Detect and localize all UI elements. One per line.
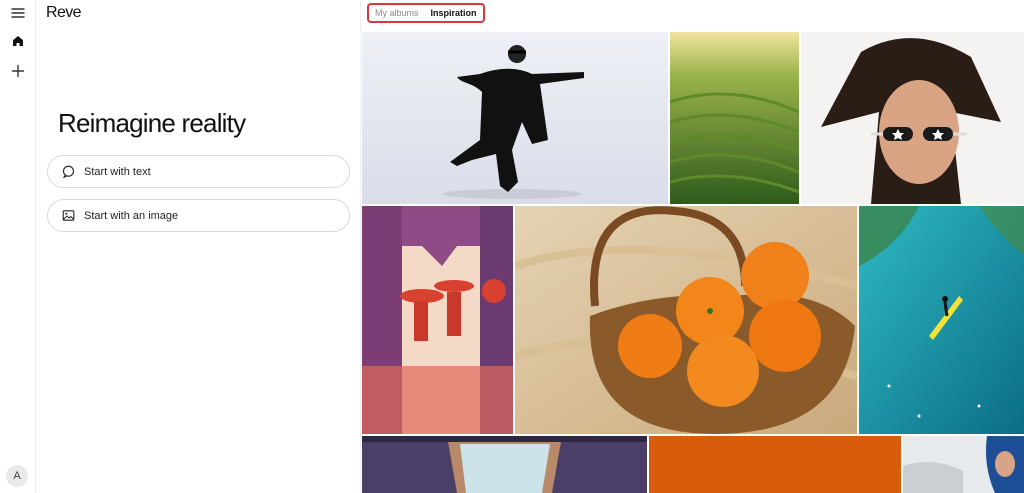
brand-logo[interactable]: Reve <box>46 4 82 22</box>
gallery-image-snow-hood[interactable] <box>903 436 1024 493</box>
avatar[interactable]: A <box>6 465 28 487</box>
menu-icon[interactable] <box>7 2 29 24</box>
reve-app: A Reve Reimagine reality Start with text… <box>0 0 1024 493</box>
gallery-image-doorway[interactable] <box>362 436 647 493</box>
chat-bubble-icon <box>61 165 75 179</box>
page-title: Reimagine reality <box>58 108 246 138</box>
start-with-text-label: Start with text <box>84 165 151 178</box>
gallery-image-umbrellas[interactable] <box>362 206 513 434</box>
tab-inspiration[interactable]: Inspiration <box>431 8 477 18</box>
gallery-image-dancer[interactable] <box>362 32 668 204</box>
gallery-image-star-sunglasses[interactable] <box>801 32 1024 204</box>
plus-icon[interactable] <box>7 60 29 82</box>
start-with-image-button[interactable]: Start with an image <box>47 199 350 232</box>
tab-my-albums[interactable]: My albums <box>375 8 419 18</box>
create-panel: Reve Reimagine reality Start with text S… <box>36 0 360 493</box>
start-with-image-label: Start with an image <box>84 209 179 222</box>
gallery-image-paddleboard[interactable] <box>859 206 1024 434</box>
view-tabs: My albums Inspiration <box>367 3 485 23</box>
gallery-image-oranges[interactable] <box>515 206 857 434</box>
gallery-area: My albums Inspiration <box>360 0 1024 493</box>
left-rail: A <box>0 0 36 493</box>
gallery-image-terraces[interactable] <box>670 32 799 204</box>
start-with-text-button[interactable]: Start with text <box>47 155 350 188</box>
home-icon[interactable] <box>7 30 29 52</box>
image-icon <box>61 209 75 223</box>
gallery-image-orange-block[interactable] <box>649 436 901 493</box>
